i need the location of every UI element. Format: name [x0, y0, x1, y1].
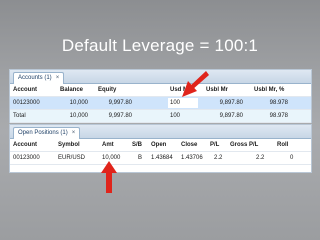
col-balance[interactable]: Balance: [60, 84, 83, 96]
cell-usbl-mr-pct: 98.978: [269, 113, 288, 119]
tab-open-positions[interactable]: Open Positions (1) ×: [13, 127, 81, 139]
cell-open: 1.43684: [151, 155, 173, 161]
tab-open-positions-label: Open Positions (1): [18, 130, 68, 136]
cell-balance: 10,000: [69, 113, 88, 119]
cell-close: 1.43706: [181, 155, 203, 161]
accounts-panel: Accounts (1) × Account Balance Equity Usd…: [9, 69, 312, 123]
slide-headline: Default Leverage = 100:1: [61, 36, 259, 55]
col-pl[interactable]: P/L: [210, 139, 219, 151]
accounts-tabbar: Accounts (1) ×: [10, 70, 311, 84]
cell-usbl-mr: 9,897.80: [219, 113, 243, 119]
cell-account: 00123000: [13, 100, 40, 106]
table-row[interactable]: 00123000 10,000 9,997.80 100 9,897.80 98…: [10, 97, 311, 110]
cell-usbl-mr: 9,897.80: [219, 100, 243, 106]
arrow-up-icon: [101, 161, 117, 193]
cell-account: 00123000: [13, 155, 40, 161]
arrow-down-icon: [182, 71, 209, 97]
positions-header-row: Account Symbol Amt S/B Open Close P/L Gr…: [10, 139, 311, 152]
accounts-header-row: Account Balance Equity Usd Mr Usbl Mr Us…: [10, 84, 311, 97]
open-positions-panel: Open Positions (1) × Account Symbol Amt S…: [9, 124, 312, 173]
table-row-total[interactable]: Total 10,000 9,997.80 100 9,897.80 98.97…: [10, 110, 311, 123]
col-account[interactable]: Account: [13, 139, 37, 151]
cell-equity: 9,997.80: [108, 100, 132, 106]
positions-tabbar: Open Positions (1) ×: [10, 125, 311, 139]
col-sb[interactable]: S/B: [132, 139, 142, 151]
table-row[interactable]: 00123000 EUR/USD 10,000 B 1.43684 1.4370…: [10, 152, 311, 165]
tab-accounts[interactable]: Accounts (1) ×: [13, 72, 65, 84]
col-amt[interactable]: Amt: [102, 139, 114, 151]
col-usbl-mr-pct[interactable]: Usbl Mr, %: [254, 84, 284, 96]
cell-account: Total: [13, 113, 26, 119]
close-icon[interactable]: ×: [72, 130, 76, 136]
col-symbol[interactable]: Symbol: [58, 139, 80, 151]
cell-symbol: EUR/USD: [58, 155, 86, 161]
tab-accounts-label: Accounts (1): [18, 75, 52, 81]
cell-equity: 9,997.80: [108, 113, 132, 119]
cell-pl: 2.2: [214, 155, 223, 161]
cell-roll: 0: [290, 155, 294, 161]
cell-sb: B: [138, 155, 143, 161]
col-account[interactable]: Account: [13, 84, 37, 96]
cell-usd-mr: 100: [170, 113, 181, 119]
col-close[interactable]: Close: [181, 139, 197, 151]
close-icon[interactable]: ×: [56, 75, 60, 81]
annotation-arrow-amt: [101, 161, 117, 193]
col-open[interactable]: Open: [151, 139, 166, 151]
col-roll[interactable]: Roll: [277, 139, 288, 151]
col-gross-pl[interactable]: Gross P/L: [230, 139, 258, 151]
annotation-arrow-usd-mr: [182, 71, 209, 97]
cell-usbl-mr-pct: 98.978: [269, 100, 288, 106]
cell-gross-pl: 2.2: [256, 155, 265, 161]
cell-balance: 10,000: [69, 100, 88, 106]
col-equity[interactable]: Equity: [98, 84, 116, 96]
